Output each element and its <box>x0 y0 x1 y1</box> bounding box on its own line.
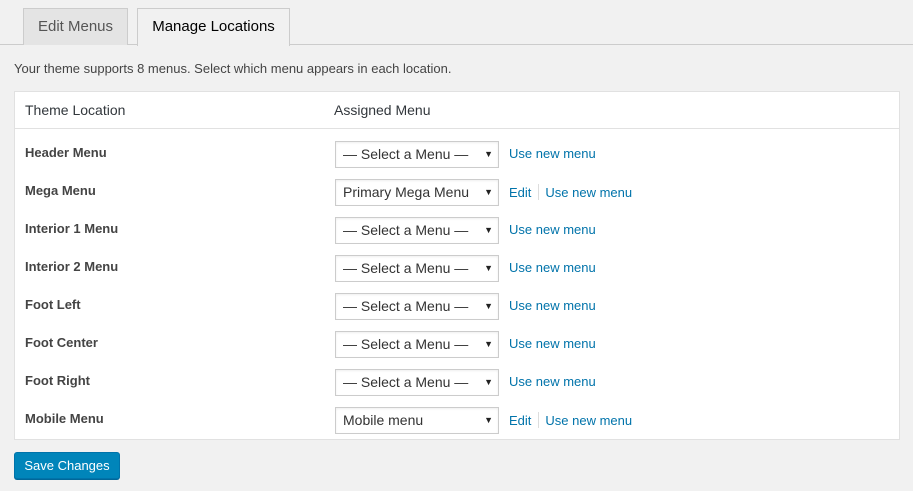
table-row: Foot Right — Select a Menu — ▼ Use new menu <box>15 361 899 399</box>
row-actions: Use new menu <box>509 146 596 161</box>
location-label: Foot Left <box>25 297 81 312</box>
row-actions: Use new menu <box>509 260 596 275</box>
save-changes-button[interactable]: Save Changes <box>14 452 120 479</box>
use-new-menu-link[interactable]: Use new menu <box>509 298 596 313</box>
row-actions: Use new menu <box>509 222 596 237</box>
location-label: Header Menu <box>25 145 107 160</box>
use-new-menu-link[interactable]: Use new menu <box>509 336 596 351</box>
edit-menu-link[interactable]: Edit <box>509 185 531 200</box>
row-actions: Use new menu <box>509 374 596 389</box>
menu-select-value: — Select a Menu — <box>343 146 469 162</box>
dropdown-caret-icon: ▼ <box>484 339 493 349</box>
dropdown-caret-icon: ▼ <box>484 377 493 387</box>
table-row: Mega Menu Primary Mega Menu ▼ Edit Use new m… <box>15 171 899 209</box>
tab-manage-locations[interactable]: Manage Locations <box>137 8 290 46</box>
table-row: Interior 2 Menu — Select a Menu — ▼ Use new… <box>15 247 899 285</box>
use-new-menu-link[interactable]: Use new menu <box>545 185 632 200</box>
dropdown-caret-icon: ▼ <box>484 225 493 235</box>
manage-locations-page: Edit Menus Manage Locations Your theme s… <box>0 0 913 491</box>
menu-select[interactable]: — Select a Menu — ▼ <box>335 369 499 396</box>
header-assigned-menu: Assigned Menu <box>334 102 431 118</box>
location-label: Mobile Menu <box>25 411 104 426</box>
menu-select-value: Primary Mega Menu <box>343 184 470 200</box>
dropdown-caret-icon: ▼ <box>484 263 493 273</box>
header-theme-location: Theme Location <box>25 102 126 118</box>
tab-edit-menus[interactable]: Edit Menus <box>23 8 128 45</box>
row-actions: Edit Use new menu <box>509 184 632 200</box>
menu-select-value: — Select a Menu — <box>343 336 469 352</box>
dropdown-caret-icon: ▼ <box>484 187 493 197</box>
menu-select[interactable]: — Select a Menu — ▼ <box>335 217 499 244</box>
menu-select-value: — Select a Menu — <box>343 260 469 276</box>
use-new-menu-link[interactable]: Use new menu <box>545 413 632 428</box>
menu-select[interactable]: Mobile menu ▼ <box>335 407 499 434</box>
link-separator <box>538 184 540 200</box>
row-actions: Use new menu <box>509 336 596 351</box>
nav-tabs: Edit Menus Manage Locations <box>0 0 913 46</box>
use-new-menu-link[interactable]: Use new menu <box>509 260 596 275</box>
use-new-menu-link[interactable]: Use new menu <box>509 146 596 161</box>
use-new-menu-link[interactable]: Use new menu <box>509 374 596 389</box>
menu-select[interactable]: Primary Mega Menu ▼ <box>335 179 499 206</box>
table-row: Interior 1 Menu — Select a Menu — ▼ Use new… <box>15 209 899 247</box>
dropdown-caret-icon: ▼ <box>484 301 493 311</box>
dropdown-caret-icon: ▼ <box>484 415 493 425</box>
table-header: Theme Location Assigned Menu <box>15 92 899 129</box>
location-label: Interior 2 Menu <box>25 259 119 274</box>
table-row: Foot Left — Select a Menu — ▼ Use new menu <box>15 285 899 323</box>
location-label: Foot Center <box>25 335 98 350</box>
location-label: Mega Menu <box>25 183 96 198</box>
menu-select[interactable]: — Select a Menu — ▼ <box>335 255 499 282</box>
menu-select[interactable]: — Select a Menu — ▼ <box>335 141 499 168</box>
table-row: Foot Center — Select a Menu — ▼ Use new men… <box>15 323 899 361</box>
locations-description: Your theme supports 8 menus. Select whic… <box>14 61 452 76</box>
location-label: Foot Right <box>25 373 90 388</box>
menu-select-value: Mobile menu <box>343 412 424 428</box>
dropdown-caret-icon: ▼ <box>484 149 493 159</box>
use-new-menu-link[interactable]: Use new menu <box>509 222 596 237</box>
menu-select[interactable]: — Select a Menu — ▼ <box>335 331 499 358</box>
row-actions: Edit Use new menu <box>509 412 632 428</box>
edit-menu-link[interactable]: Edit <box>509 413 531 428</box>
menu-select-value: — Select a Menu — <box>343 298 469 314</box>
menu-select[interactable]: — Select a Menu — ▼ <box>335 293 499 320</box>
link-separator <box>538 412 540 428</box>
menu-locations-table: Theme Location Assigned Menu Header Menu… <box>14 91 900 440</box>
table-row: Header Menu — Select a Menu — ▼ Use new men… <box>15 133 899 171</box>
menu-select-value: — Select a Menu — <box>343 222 469 238</box>
row-actions: Use new menu <box>509 298 596 313</box>
location-label: Interior 1 Menu <box>25 221 119 236</box>
table-row: Mobile Menu Mobile menu ▼ Edit Use new menu <box>15 399 899 437</box>
menu-select-value: — Select a Menu — <box>343 374 469 390</box>
